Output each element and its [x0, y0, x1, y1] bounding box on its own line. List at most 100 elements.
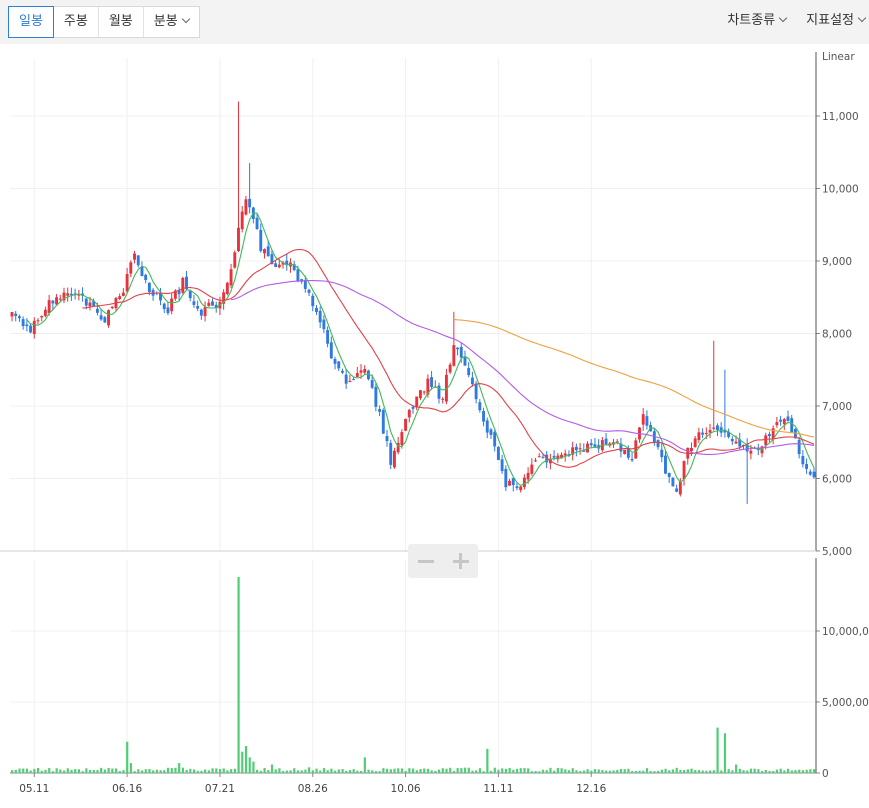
- candle-body: [329, 342, 333, 359]
- volume-bar: [768, 770, 771, 773]
- volume-bar: [386, 768, 389, 773]
- volume-bar: [163, 770, 166, 773]
- volume-bar: [107, 767, 110, 773]
- volume-bar: [66, 768, 69, 773]
- candle-body: [389, 442, 393, 465]
- candle-body: [32, 320, 36, 334]
- volume-bar: [426, 768, 430, 773]
- volume-bar: [612, 770, 615, 773]
- tab-monthly[interactable]: 월봉: [99, 7, 144, 37]
- volume-bar: [244, 746, 248, 773]
- candle-body: [162, 303, 166, 310]
- scale-label: Linear: [822, 51, 855, 63]
- volume-bar: [126, 741, 129, 773]
- candle-body: [374, 386, 378, 407]
- candle-body: [211, 301, 214, 306]
- candle-body: [541, 456, 545, 458]
- candle-body: [704, 433, 708, 435]
- candle-body: [697, 432, 701, 441]
- volume-bar: [527, 768, 530, 773]
- volume-bar: [753, 768, 756, 773]
- volume-bar: [497, 769, 500, 773]
- tab-minute[interactable]: 분봉: [144, 7, 199, 37]
- candle-body: [678, 481, 682, 495]
- zoom-out-button[interactable]: [408, 544, 443, 578]
- tab-weekly[interactable]: 주봉: [54, 7, 99, 37]
- candle-body: [237, 227, 240, 252]
- candle-body: [385, 436, 389, 442]
- volume-bar: [237, 577, 240, 773]
- volume-bar: [460, 768, 463, 773]
- volume-bar: [140, 770, 144, 773]
- volume-bar: [475, 770, 478, 773]
- candles: [10, 101, 816, 504]
- candle-body: [322, 319, 326, 330]
- volume-bar: [129, 763, 133, 773]
- volume-bar: [189, 768, 192, 773]
- candle-body: [99, 315, 103, 320]
- chart-area[interactable]: 5,000 6,000 7,000 8,000 9,000 10,000 11,000 Lin…: [0, 44, 869, 804]
- volume-bar: [382, 768, 385, 773]
- volume-bar: [775, 769, 779, 773]
- candle-body: [764, 435, 768, 446]
- volume-tick-label: 0: [822, 768, 829, 780]
- candle-body: [203, 307, 207, 317]
- volume-bar: [360, 770, 363, 773]
- volume-bar: [727, 769, 730, 773]
- candle-body: [671, 477, 675, 487]
- volume-bar: [709, 770, 712, 773]
- candle-body: [359, 370, 363, 373]
- volume-bar: [170, 768, 173, 773]
- volume-bar: [218, 769, 222, 773]
- volume-bar: [285, 770, 288, 773]
- volume-bar: [449, 767, 452, 773]
- candle-body: [147, 282, 151, 293]
- volume-bar: [601, 770, 604, 773]
- volume-tick-label: 5,000,000: [822, 697, 869, 709]
- candle-body: [496, 446, 500, 460]
- tab-daily[interactable]: 일봉: [8, 6, 54, 38]
- candle-body: [55, 297, 59, 305]
- volume-bar: [452, 771, 456, 773]
- volume-bar: [564, 769, 567, 773]
- chart-type-menu[interactable]: 차트종류: [707, 6, 788, 36]
- volume-bar: [549, 767, 552, 773]
- candle-body: [467, 368, 471, 376]
- volume-bar: [690, 768, 693, 773]
- volume-bar: [657, 770, 660, 773]
- time-tick-label: 05.11: [19, 783, 49, 795]
- volume-tick-label: 10,000,000: [822, 626, 869, 638]
- candle-body: [378, 408, 382, 412]
- price-tick-label: 8,000: [822, 329, 852, 341]
- volume-bar: [653, 771, 656, 773]
- candle-body: [121, 292, 125, 296]
- volume-bar: [289, 770, 292, 773]
- volume-bar: [259, 770, 262, 773]
- volume-bar: [649, 771, 652, 773]
- stock-chart[interactable]: 5,000 6,000 7,000 8,000 9,000 10,000 11,000 Lin…: [0, 44, 869, 804]
- volume-bar: [114, 768, 118, 773]
- volume-bar: [627, 768, 630, 773]
- candle-body: [719, 427, 723, 433]
- plus-icon: [452, 553, 469, 569]
- volume-bar: [787, 768, 790, 773]
- volume-bar: [579, 771, 582, 773]
- candle-body: [775, 422, 779, 426]
- volume-bar: [668, 770, 671, 773]
- zoom-in-button[interactable]: [443, 544, 478, 578]
- candle-body: [552, 455, 556, 458]
- volume-bar: [226, 770, 229, 773]
- candle-body: [66, 293, 70, 296]
- volume-bar: [545, 770, 548, 773]
- candle-body: [660, 449, 664, 458]
- volume-bar: [742, 770, 745, 773]
- candle-body: [749, 450, 753, 454]
- candle-body: [519, 486, 523, 491]
- indicator-settings-menu[interactable]: 지표설정: [786, 6, 867, 36]
- volume-bar: [608, 770, 611, 773]
- volume-bar: [103, 769, 107, 773]
- volume-bar: [36, 767, 40, 773]
- candle-body: [407, 409, 411, 418]
- candle-body: [563, 453, 567, 456]
- grid-lines: [10, 58, 816, 773]
